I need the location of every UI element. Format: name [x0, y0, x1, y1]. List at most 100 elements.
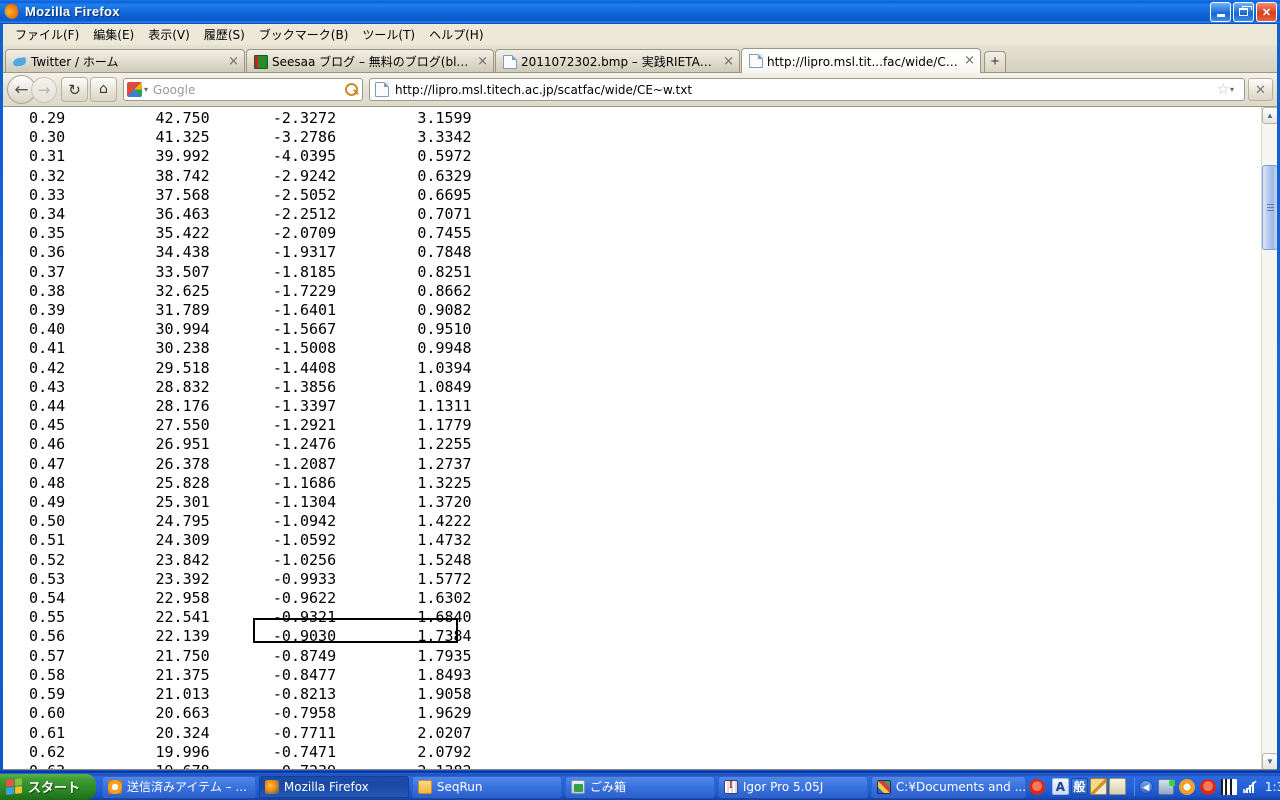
windows-taskbar: スタート 送信済みアイテム – ... Mozilla Firefox SeqR…: [0, 772, 1280, 800]
firefox-icon: [3, 2, 20, 21]
menu-tools[interactable]: ツール(T): [355, 24, 422, 45]
window-title: Mozilla Firefox: [25, 4, 120, 19]
tab-twitter[interactable]: Twitter / ホーム ×: [5, 49, 245, 73]
new-tab-button[interactable]: +: [984, 51, 1006, 72]
windows-logo-icon: [6, 778, 22, 795]
tab-close-icon[interactable]: ×: [228, 55, 239, 68]
address-bar[interactable]: http://lipro.msl.titech.ac.jp/scatfac/wi…: [369, 78, 1245, 101]
plus-icon: +: [990, 53, 1000, 70]
monitor-chart-icon[interactable]: [1220, 778, 1237, 795]
tab-label: http://lipro.msl.tit...fac/wide/CE＊7Ew.t…: [767, 54, 958, 69]
tray-collapse-button[interactable]: ◀: [1138, 779, 1153, 794]
data-table-text: 0.29 42.750 -2.3272 3.1599 0.30 41.325 -…: [29, 109, 472, 769]
firefox-icon: [264, 779, 279, 794]
vertical-scrollbar[interactable]: ▲ ▼: [1261, 107, 1277, 769]
tab-seesaa[interactable]: Seesaa ブログ – 無料のブログ(blog)サービ... ×: [246, 49, 494, 73]
google-icon: [127, 82, 142, 97]
document-favicon-icon: [503, 54, 517, 69]
security-shield-icon[interactable]: [1028, 778, 1045, 795]
system-clock[interactable]: 1:33: [1265, 780, 1280, 794]
twitter-favicon-icon: [13, 55, 27, 69]
close-icon: ✕: [1261, 6, 1272, 19]
mail-icon[interactable]: [1178, 778, 1195, 795]
taskbar-item-explorer[interactable]: C:¥Documents and ...: [870, 775, 1026, 798]
reload-icon: ↻: [68, 80, 81, 99]
tab-strip: Twitter / ホーム × Seesaa ブログ – 無料のブログ(blog…: [3, 45, 1277, 73]
menu-help[interactable]: ヘルプ(H): [422, 24, 490, 45]
ime-indicator[interactable]: A 般: [1050, 776, 1130, 798]
taskbar-item-igor-pro[interactable]: Igor Pro 5.05J: [717, 775, 868, 798]
ime-input-mode-icon[interactable]: 般: [1070, 778, 1088, 795]
plain-text-document[interactable]: 0.29 42.750 -2.3272 3.1599 0.30 41.325 -…: [3, 107, 1261, 769]
search-input[interactable]: ▾ Google: [123, 78, 363, 101]
home-button[interactable]: ⌂: [90, 77, 117, 102]
chevron-down-icon: ▼: [1266, 757, 1274, 766]
recycle-bin-icon: [570, 779, 585, 794]
igor-icon: [723, 779, 738, 794]
taskbar-item-seqrun[interactable]: SeqRun: [411, 775, 562, 798]
ime-mode-icon[interactable]: A: [1051, 778, 1069, 795]
home-icon: ⌂: [99, 81, 108, 97]
taskbar-item-label: ごみ箱: [589, 780, 626, 794]
search-icon[interactable]: [344, 82, 359, 97]
tab-label: 2011072302.bmp – 実践RIETAN-FPによ...: [521, 55, 717, 69]
outlook-icon: [108, 779, 123, 794]
arrow-left-icon: ←: [14, 79, 29, 100]
arrow-right-icon: →: [37, 80, 51, 99]
antivirus-icon[interactable]: [1199, 778, 1216, 795]
tab-close-icon[interactable]: ×: [723, 55, 734, 68]
restore-button[interactable]: [1233, 2, 1254, 22]
scroll-down-button[interactable]: ▼: [1262, 753, 1277, 769]
bookmark-group[interactable]: ☆ ▾: [1217, 82, 1241, 97]
chevron-down-icon[interactable]: ▾: [1230, 85, 1234, 94]
minimize-button[interactable]: [1210, 2, 1231, 22]
network-icon[interactable]: [1157, 778, 1175, 795]
ime-tool-icon[interactable]: [1108, 778, 1126, 795]
url-text: http://lipro.msl.titech.ac.jp/scatfac/wi…: [395, 82, 693, 97]
menu-file[interactable]: ファイル(F): [8, 24, 86, 45]
tab-close-icon[interactable]: ×: [477, 55, 488, 68]
menu-bookmarks[interactable]: ブックマーク(B): [252, 24, 356, 45]
chevron-down-icon[interactable]: ▾: [144, 85, 148, 94]
menu-view[interactable]: 表示(V): [141, 24, 197, 45]
page-content: 0.29 42.750 -2.3272 3.1599 0.30 41.325 -…: [3, 107, 1277, 770]
taskbar-item-label: 送信済みアイテム – ...: [127, 780, 247, 794]
tab-label: Twitter / ホーム: [31, 55, 119, 69]
start-label: スタート: [28, 781, 81, 796]
document-favicon-icon: [749, 54, 763, 68]
tray-divider: [1133, 777, 1135, 796]
stop-button[interactable]: ✕: [1248, 78, 1273, 101]
menu-bar: ファイル(F) 編集(E) 表示(V) 履歴(S) ブックマーク(B) ツール(…: [3, 24, 1277, 45]
close-icon: ✕: [1255, 81, 1266, 97]
menu-edit[interactable]: 編集(E): [86, 24, 141, 45]
browser-chrome: ファイル(F) 編集(E) 表示(V) 履歴(S) ブックマーク(B) ツール(…: [0, 24, 1280, 107]
folder-icon: [417, 779, 432, 794]
taskbar-item-outlook[interactable]: 送信済みアイテム – ...: [102, 775, 256, 798]
close-button[interactable]: ✕: [1256, 2, 1277, 22]
tab-label: Seesaa ブログ – 無料のブログ(blog)サービ...: [272, 55, 472, 69]
explorer-icon: [876, 779, 891, 794]
reload-button[interactable]: ↻: [61, 77, 88, 102]
start-button[interactable]: スタート: [0, 773, 97, 800]
scroll-up-button[interactable]: ▲: [1262, 107, 1277, 124]
forward-button: →: [31, 76, 57, 103]
taskbar-item-firefox[interactable]: Mozilla Firefox: [258, 775, 409, 798]
back-forward-group: ← →: [7, 75, 57, 104]
scrollbar-thumb[interactable]: [1262, 165, 1277, 250]
tab-close-icon[interactable]: ×: [964, 54, 975, 67]
taskbar-item-recycle-bin[interactable]: ごみ箱: [564, 775, 715, 798]
taskbar-item-label: SeqRun: [436, 779, 483, 794]
window-titlebar: Mozilla Firefox ✕: [0, 0, 1280, 24]
taskbar-item-label: Igor Pro 5.05J: [742, 779, 824, 794]
grip-icon: [1266, 204, 1274, 211]
window-controls: ✕: [1210, 2, 1277, 22]
menu-history[interactable]: 履歴(S): [197, 24, 252, 45]
signal-icon[interactable]: [1242, 779, 1258, 795]
tab-bmp-document[interactable]: 2011072302.bmp – 実践RIETAN-FPによ... ×: [495, 49, 740, 73]
tab-cew-txt[interactable]: http://lipro.msl.tit...fac/wide/CE＊7Ew.t…: [741, 48, 981, 73]
ime-pad-icon[interactable]: [1089, 778, 1107, 795]
document-favicon-icon: [375, 82, 389, 97]
search-placeholder: Google: [153, 82, 196, 97]
star-icon[interactable]: ☆: [1217, 82, 1230, 97]
browser-window: Mozilla Firefox ✕ ファイル(F) 編集(E) 表示(V) 履歴…: [0, 0, 1280, 772]
